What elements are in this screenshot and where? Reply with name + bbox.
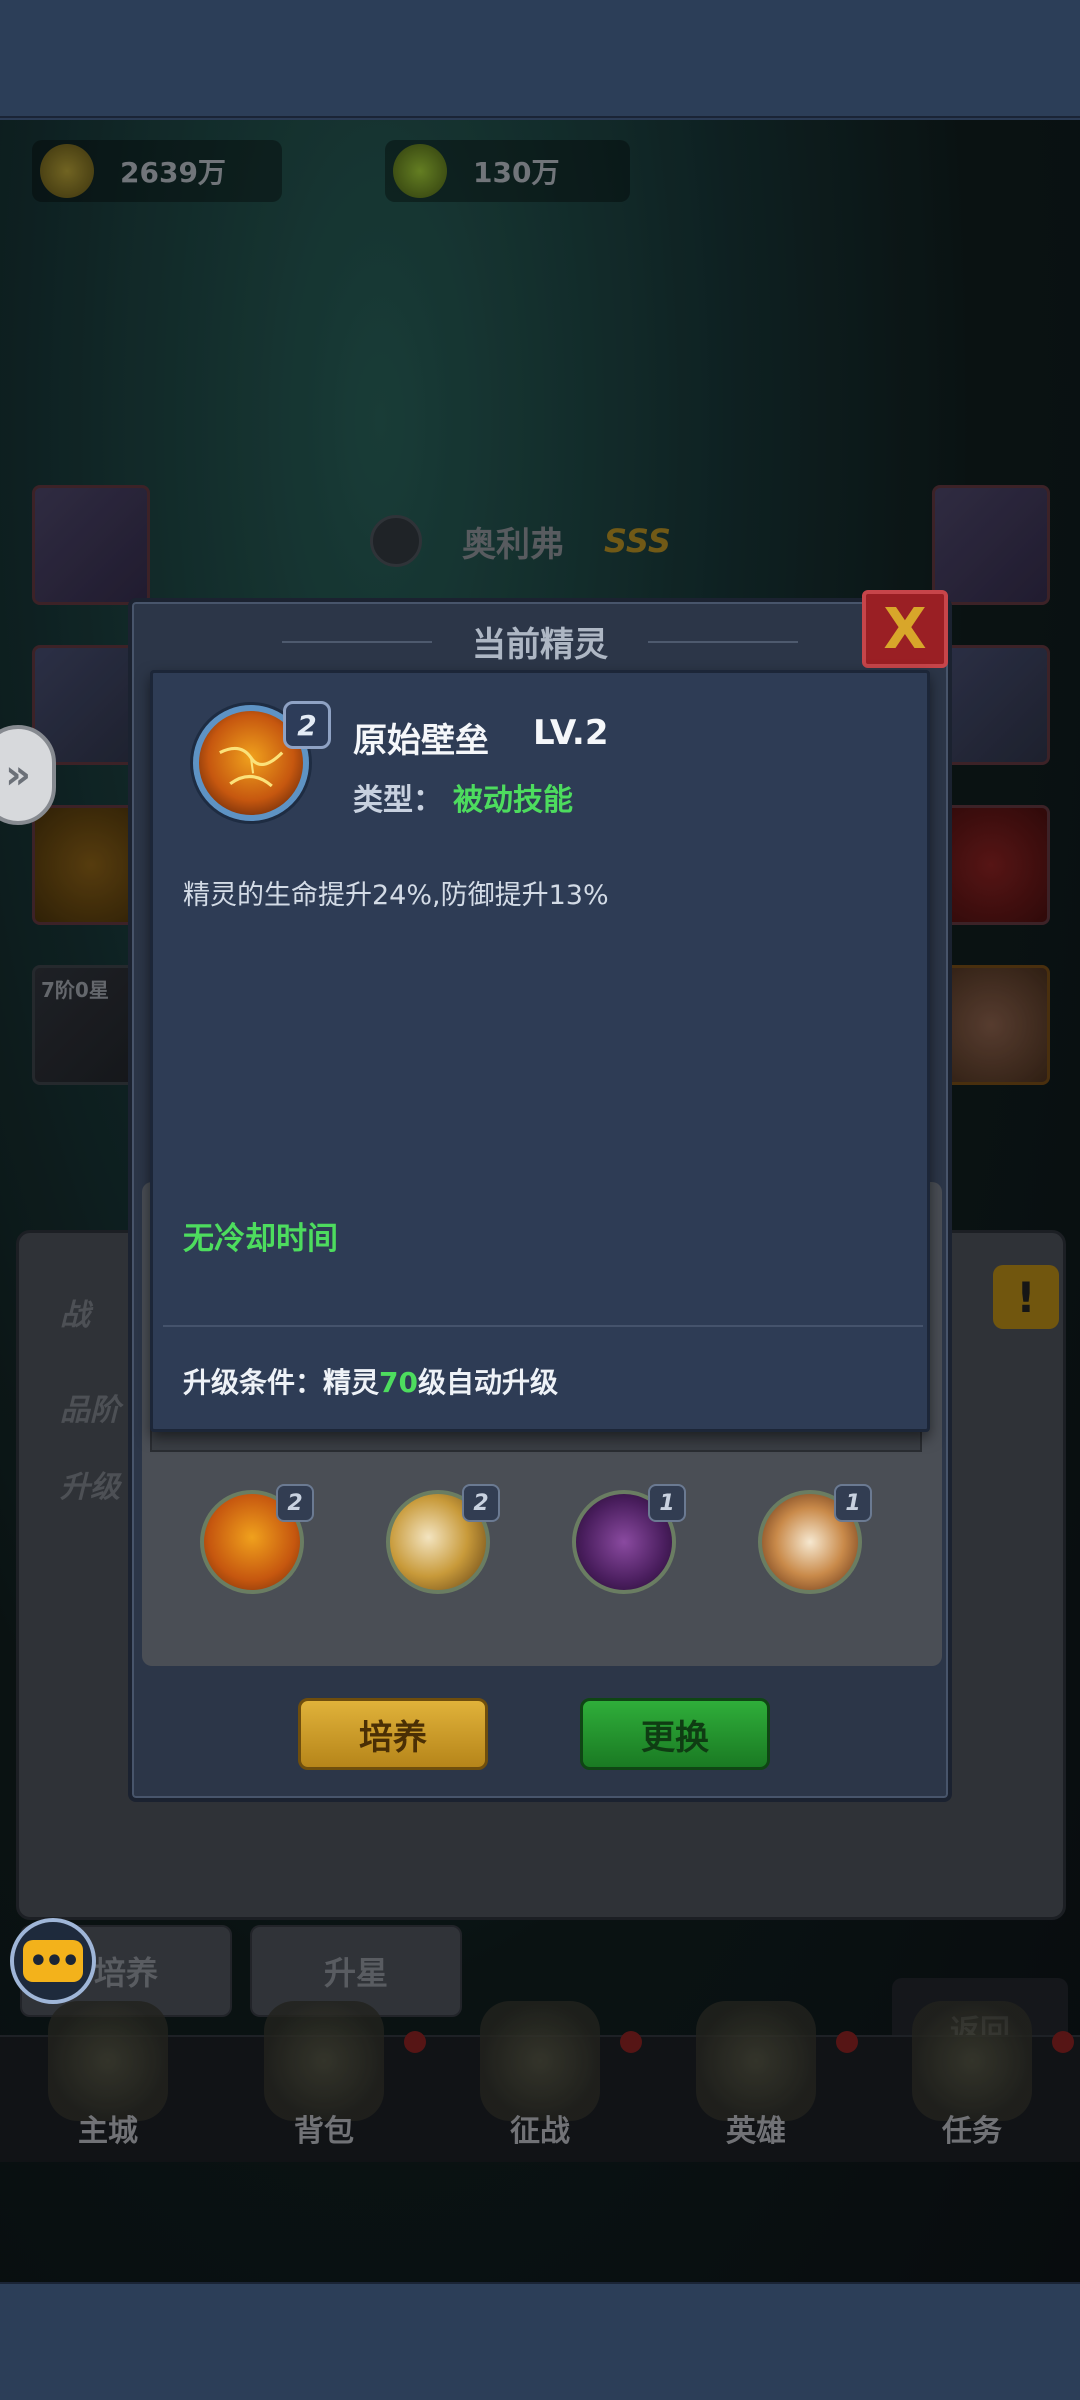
spirit-level-badge: 2 xyxy=(462,1484,500,1522)
close-button[interactable]: X xyxy=(862,590,948,668)
skull-icon xyxy=(370,515,422,567)
nav-label: 征战 xyxy=(510,2114,570,2149)
spirit-slot[interactable]: 1 xyxy=(758,1484,872,1594)
spirit-slot[interactable]: 1 xyxy=(572,1484,686,1594)
portal-icon xyxy=(480,2001,600,2121)
spirit-list: 2 2 1 1 xyxy=(200,1484,900,1594)
gem-icon xyxy=(393,144,447,198)
type-value: 被动技能 xyxy=(453,783,573,818)
expand-side-button[interactable]: » xyxy=(0,725,56,825)
scroll-icon xyxy=(912,2001,1032,2121)
nav-label: 任务 xyxy=(942,2114,1002,2149)
chat-bubble-icon: ••• xyxy=(23,1940,83,1982)
stage-label: 7阶0星 xyxy=(41,978,109,1002)
castle-icon xyxy=(48,2001,168,2121)
bottom-nav: 主城 背包 征战 英雄 任务 xyxy=(0,2001,1080,2162)
nav-item-heroes[interactable]: 英雄 xyxy=(648,2001,864,2162)
gold-coin-icon xyxy=(40,144,94,198)
skill-level: LV.2 xyxy=(533,713,609,753)
notification-dot xyxy=(1052,2031,1074,2053)
skill-description: 精灵的生命提升24%,防御提升13% xyxy=(183,880,609,911)
dialog-title: 当前精灵 xyxy=(472,624,608,665)
nav-item-campaign[interactable]: 征战 xyxy=(432,2001,648,2162)
culture-button[interactable]: 培养 xyxy=(298,1698,488,1770)
upgrade-prefix: 升级条件：精灵 xyxy=(183,1366,380,1399)
warning-icon[interactable]: ! xyxy=(993,1265,1059,1329)
dialog-title-bar: 当前精灵 xyxy=(132,602,948,680)
nav-label: 英雄 xyxy=(726,2114,786,2149)
nav-label: 主城 xyxy=(78,2114,138,2149)
skill-name: 原始壁垒 xyxy=(353,721,489,761)
hero-name: 奥利弗 xyxy=(462,524,564,565)
spirit-level-badge: 2 xyxy=(276,1484,314,1522)
gold-amount: 2639万 xyxy=(120,156,226,189)
status-bar xyxy=(0,0,1080,118)
battle-label: 战 xyxy=(60,1298,90,1333)
notification-dot xyxy=(836,2031,858,2053)
spirit-level-badge: 1 xyxy=(648,1484,686,1522)
nav-item-tasks[interactable]: 任务 xyxy=(864,2001,1080,2162)
spirit-slot[interactable]: 2 xyxy=(386,1484,500,1594)
nav-label: 背包 xyxy=(294,2114,354,2149)
notification-dot xyxy=(620,2031,642,2053)
upgrade-condition: 升级条件：精灵70级自动升级 xyxy=(183,1361,558,1401)
gem-amount: 130万 xyxy=(473,156,560,189)
type-label: 类型： xyxy=(353,783,443,818)
double-chevron-right-icon: » xyxy=(5,752,31,798)
upgrade-suffix: 级自动升级 xyxy=(417,1366,558,1399)
nav-item-main-city[interactable]: 主城 xyxy=(0,2001,216,2162)
chat-button[interactable]: ••• xyxy=(10,1918,96,2004)
divider xyxy=(163,1325,923,1327)
equip-card[interactable] xyxy=(932,485,1050,605)
spirit-level-badge: 1 xyxy=(834,1484,872,1522)
quality-label: 品阶 xyxy=(60,1393,120,1428)
cooldown-text: 无冷却时间 xyxy=(183,1221,338,1257)
spirit-info-card: 2 原始壁垒 LV.2 类型： 被动技能 精灵的生命提升24%,防御提升13% … xyxy=(150,670,930,1432)
system-nav-bar xyxy=(0,2282,1080,2400)
close-icon: X xyxy=(883,596,927,662)
change-button[interactable]: 更换 xyxy=(580,1698,770,1770)
helmet-icon xyxy=(696,2001,816,2121)
hero-rank: SSS xyxy=(604,522,671,560)
upgrade-label: 升级 xyxy=(60,1470,120,1505)
nav-item-backpack[interactable]: 背包 xyxy=(216,2001,432,2162)
chest-icon xyxy=(264,2001,384,2121)
level-badge: 2 xyxy=(283,701,331,749)
spirit-slot[interactable]: 2 xyxy=(200,1484,314,1594)
hero-header: 奥利弗 SSS xyxy=(370,515,671,567)
upgrade-level: 70 xyxy=(379,1366,418,1399)
gem-currency: 130万 xyxy=(385,140,630,202)
equip-card[interactable] xyxy=(32,485,150,605)
notification-dot xyxy=(404,2031,426,2053)
gold-currency: 2639万 xyxy=(32,140,282,202)
